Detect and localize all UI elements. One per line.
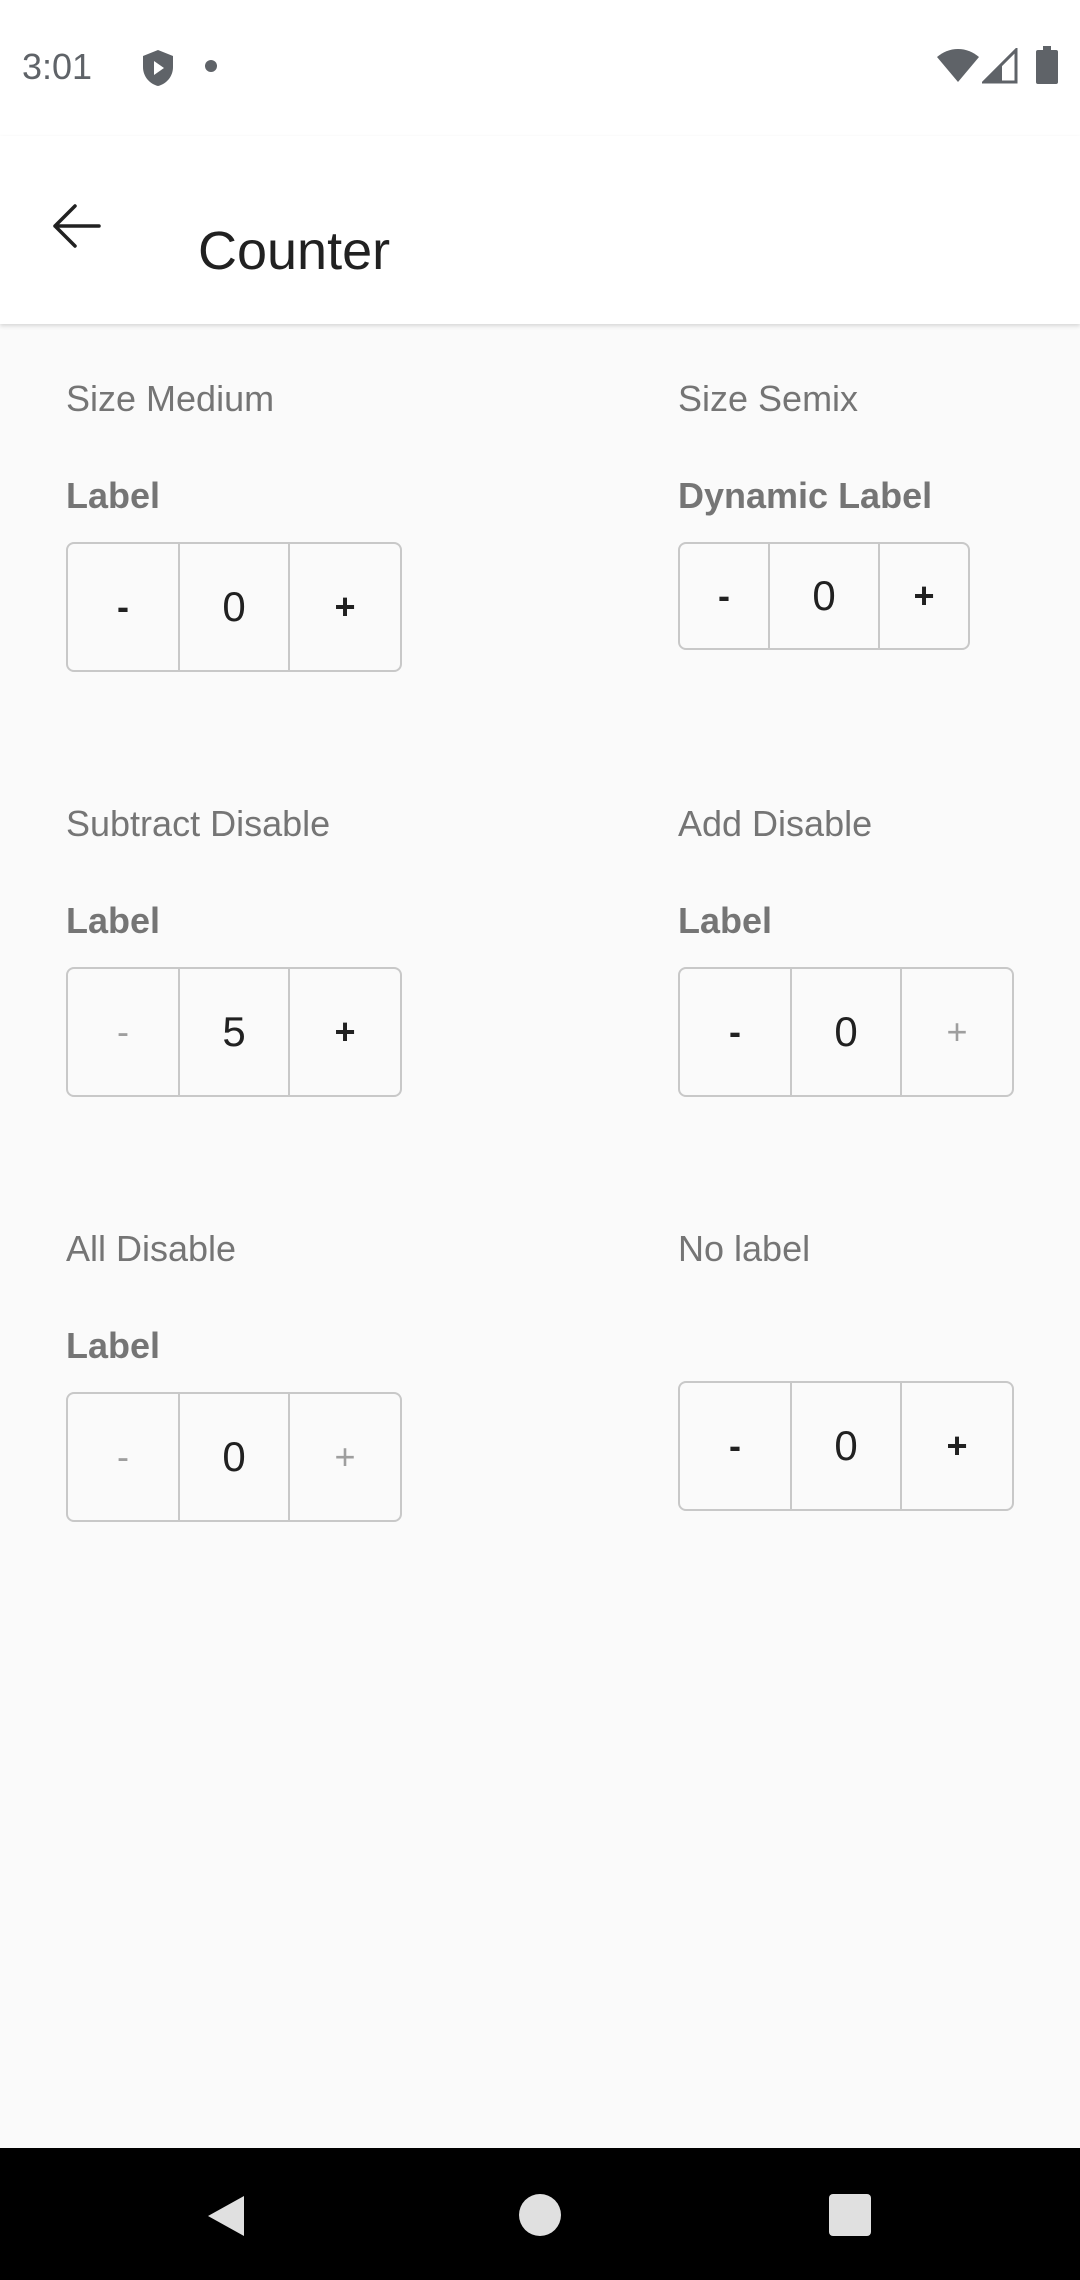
increment-button: + [334, 1436, 356, 1477]
counter-value: 0 [768, 544, 880, 648]
counter-value: 0 [790, 969, 902, 1095]
counter-subtract-disable: - 5 + [66, 967, 402, 1097]
decrement-button: - [117, 1436, 129, 1477]
counter-label: Dynamic Label [678, 475, 933, 516]
arrow-back-icon [53, 204, 101, 248]
section-title: All Disable [66, 1228, 237, 1269]
increment-button[interactable]: + [880, 544, 968, 648]
decrement-button[interactable]: - [68, 544, 178, 670]
decrement-button: - [117, 1011, 129, 1052]
counter-no-label: - 0 + [678, 1381, 1014, 1511]
wifi-icon [937, 49, 979, 82]
section-title: Size Semix [678, 378, 859, 419]
counter-value: 0 [178, 544, 290, 670]
nav-home-icon[interactable] [519, 2194, 561, 2236]
counter-value: 5 [178, 969, 290, 1095]
nav-recents-icon[interactable] [829, 2194, 871, 2236]
increment-button: + [946, 1011, 968, 1052]
counter-size-medium: - 0 + [66, 542, 402, 672]
section-title: No label [678, 1228, 811, 1269]
counter-label: Label [66, 1325, 161, 1366]
battery-icon [1036, 46, 1058, 84]
increment-button[interactable]: + [902, 1383, 1012, 1509]
section-title: Size Medium [66, 378, 275, 419]
status-time: 3:01 [22, 46, 93, 87]
decrement-button[interactable]: - [680, 544, 768, 648]
counter-all-disable: - 0 + [66, 1392, 402, 1522]
counter-add-disable: - 0 + [678, 967, 1014, 1097]
counter-label: Label [66, 900, 161, 941]
counter-value: 0 [790, 1383, 902, 1509]
page-title: Counter [198, 221, 391, 281]
shield-icon [143, 50, 173, 86]
section-title: Subtract Disable [66, 803, 331, 844]
navigation-bar [0, 2148, 1080, 2280]
decrement-button[interactable]: - [680, 1383, 790, 1509]
counter-value: 0 [178, 1394, 290, 1520]
counter-label: Label [678, 900, 773, 941]
section-title: Add Disable [678, 803, 873, 844]
increment-button[interactable]: + [290, 544, 400, 670]
status-bar: 3:01 [0, 0, 1080, 136]
notification-dot-icon [205, 60, 217, 72]
counter-label: Label [66, 475, 161, 516]
signal-icon [982, 48, 1018, 84]
back-button[interactable] [36, 186, 116, 266]
increment-button[interactable]: + [290, 969, 400, 1095]
decrement-button[interactable]: - [680, 969, 790, 1095]
app-bar: Counter [0, 136, 1080, 324]
counter-size-semix: - 0 + [678, 542, 970, 650]
nav-back-icon[interactable] [204, 2192, 248, 2240]
